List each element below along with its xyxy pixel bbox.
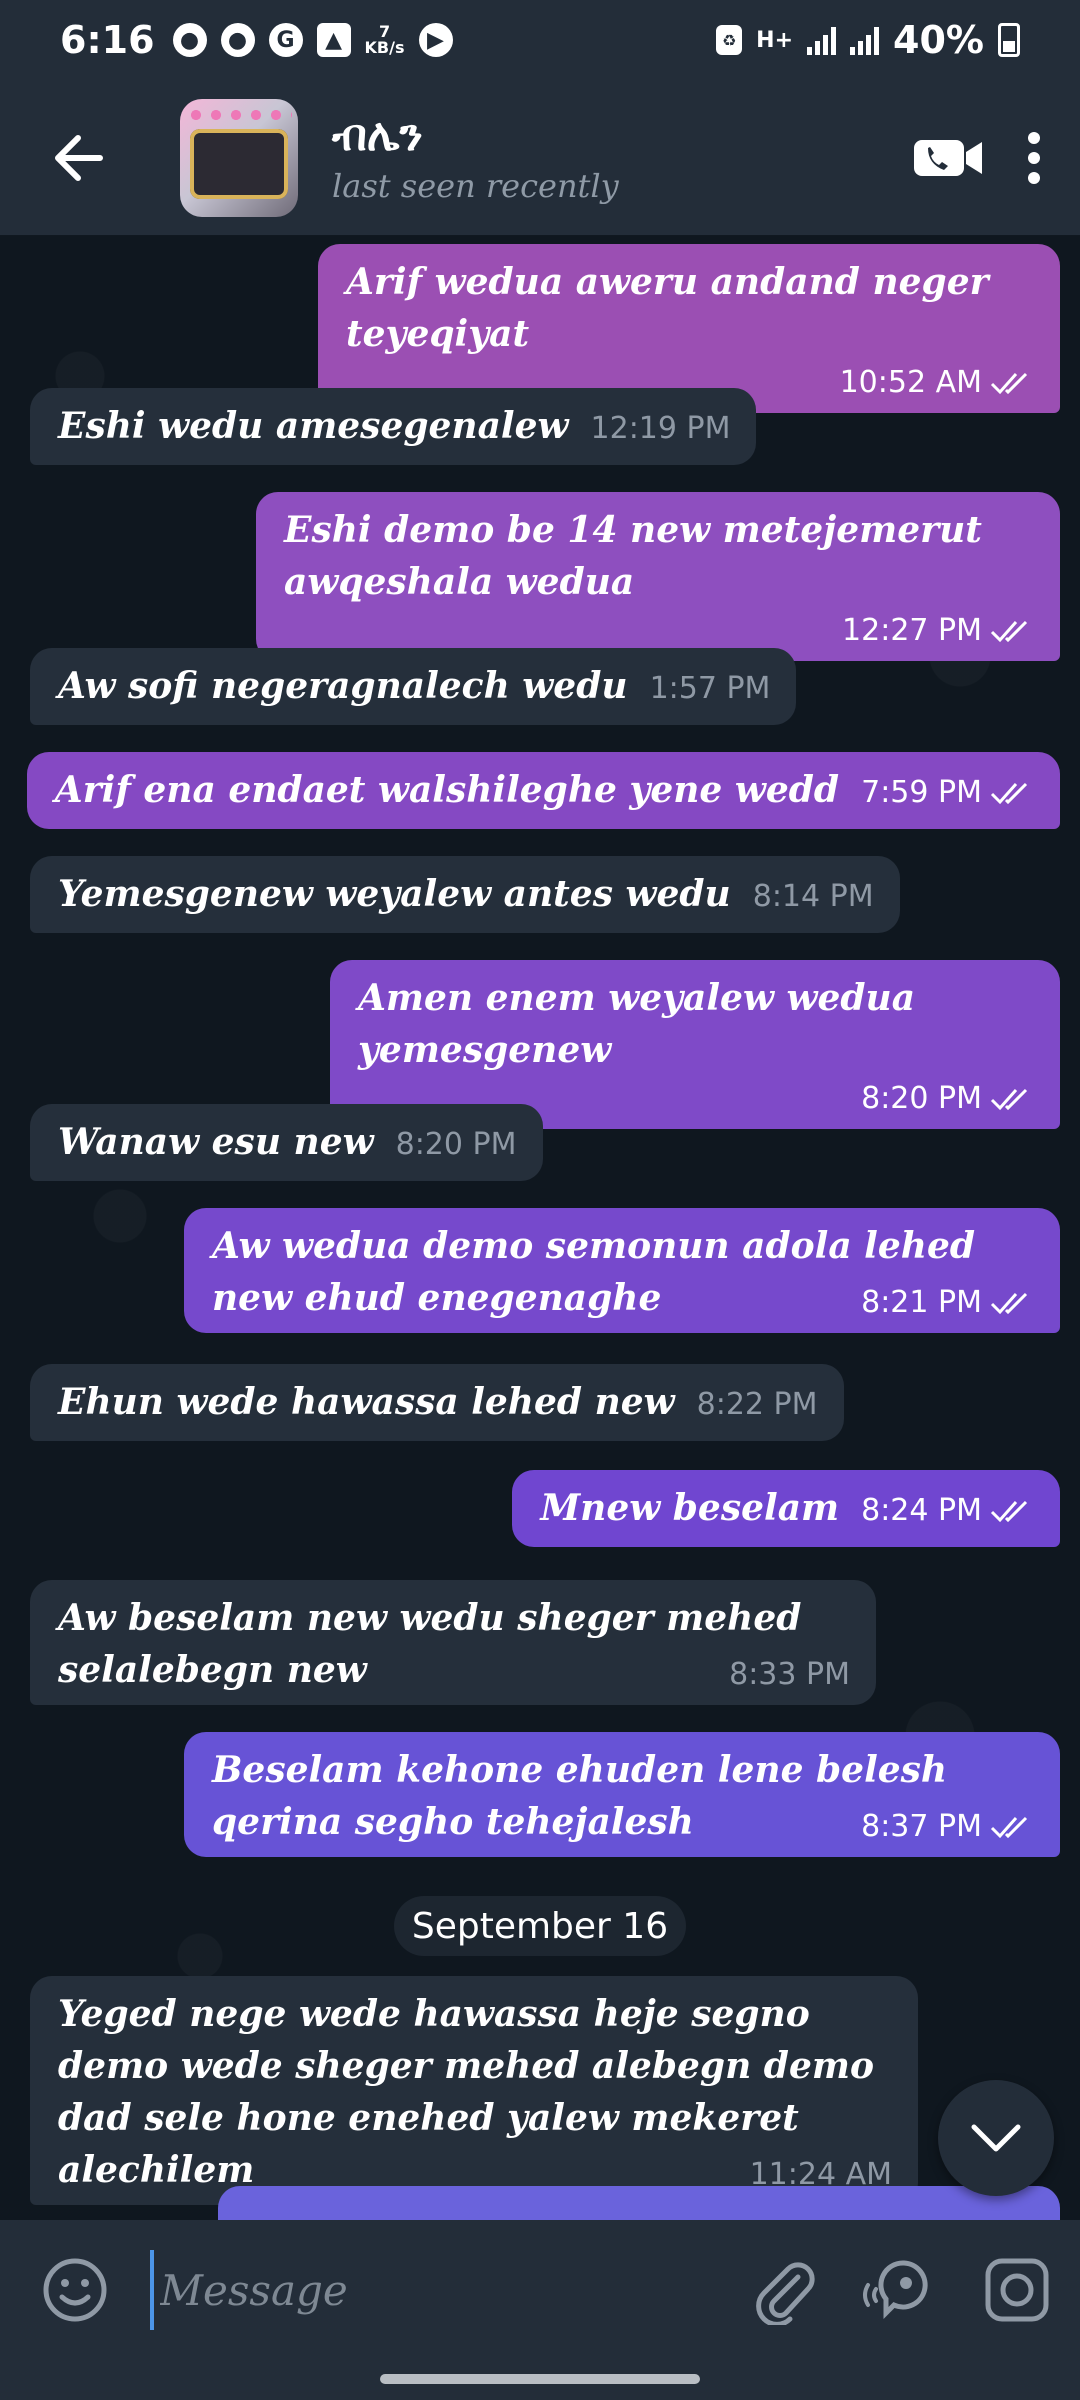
message-bubble-outgoing[interactable]: Beselam kehone ehuden lene belesh qerina… xyxy=(184,1732,1060,1857)
saver-icon: ♻ xyxy=(716,25,743,55)
message-bubble-outgoing[interactable]: Eshi demo be 14 new metejemerut awqeshal… xyxy=(256,492,1060,661)
signal-icon xyxy=(807,25,837,55)
network-type: H+ xyxy=(756,27,794,53)
message-text: Arif wedua aweru andand neger teyeqiyat xyxy=(346,261,989,355)
last-seen-status: last seen recently xyxy=(332,167,619,205)
message-text: Yemesgenew weyalew antes wedu xyxy=(58,873,731,915)
message-time: 8:37 PM xyxy=(861,1809,982,1844)
emoji-icon xyxy=(43,2258,107,2322)
status-bar: 6:16 ● ● G ▲ 7 KB/s ▶ ♻ H+ 40% xyxy=(0,0,1080,80)
avatar[interactable] xyxy=(180,98,298,217)
system-icons: ♻ H+ 40% xyxy=(716,18,1020,62)
double-check-icon xyxy=(990,620,1028,643)
video-call-button[interactable] xyxy=(912,136,984,180)
message-bubble-incoming[interactable]: Aw beselam new wedu sheger mehed selaleb… xyxy=(30,1580,876,1705)
back-arrow-icon xyxy=(55,134,103,181)
message-bubble-incoming[interactable]: Eshi wedu amesegenalew 12:19 PM xyxy=(30,388,757,465)
message-time: 8:20 PM xyxy=(861,1081,982,1116)
double-check-icon xyxy=(990,372,1028,395)
signal-icon-2 xyxy=(850,25,880,55)
message-input-bar xyxy=(0,2220,1080,2400)
emoji-button[interactable] xyxy=(30,2245,120,2335)
net-speed: 7 KB/s xyxy=(365,24,405,56)
message-bubble-incoming[interactable]: Yeged nege wede hawassa heje segno demo … xyxy=(30,1976,918,2205)
scroll-down-button[interactable] xyxy=(938,2080,1054,2196)
battery-icon xyxy=(998,23,1020,57)
double-check-icon xyxy=(990,1500,1028,1523)
message-meta: 8:21 PM xyxy=(861,1283,1034,1323)
attach-icon xyxy=(756,2262,815,2325)
message-list[interactable]: Arif wedua aweru andand neger teyeqiyat … xyxy=(0,236,1080,2220)
message-bubble-outgoing[interactable]: Mnew beselam 8:24 PM xyxy=(512,1470,1060,1547)
video-call-icon xyxy=(914,139,982,176)
camera-icon xyxy=(985,2258,1049,2322)
message-meta: 8:20 PM xyxy=(861,1079,1034,1119)
double-check-icon xyxy=(990,1292,1028,1315)
message-time: 12:27 PM xyxy=(842,613,982,648)
back-button[interactable] xyxy=(28,108,128,208)
message-time: 10:52 AM xyxy=(839,365,982,400)
message-text: Ehun wede hawassa lehed new xyxy=(58,1381,675,1423)
more-vert-icon xyxy=(1028,131,1040,184)
attach-button[interactable] xyxy=(752,2255,816,2325)
contact-info[interactable]: ብሌን last seen recently xyxy=(332,110,619,205)
gallery-icon: ▲ xyxy=(316,23,351,57)
message-time: 1:57 PM xyxy=(649,671,771,706)
home-indicator[interactable] xyxy=(380,2374,700,2384)
message-text: Amen enem weyalew wedua yemesgenew xyxy=(358,977,916,1071)
battery-percent: 40% xyxy=(893,18,984,62)
message-meta: 8:37 PM xyxy=(861,1807,1034,1847)
message-text: Eshi wedu amesegenalew xyxy=(58,405,569,447)
message-time: 7:59 PM xyxy=(861,775,982,810)
date-separator: September 16 xyxy=(394,1896,686,1956)
double-check-icon xyxy=(990,1816,1028,1839)
contact-name: ብሌን xyxy=(332,110,423,161)
message-time: 8:22 PM xyxy=(696,1387,818,1422)
message-time: 8:21 PM xyxy=(861,1285,982,1320)
message-bubble-incoming[interactable]: Ehun wede hawassa lehed new 8:22 PM xyxy=(30,1364,844,1441)
message-input[interactable] xyxy=(150,2250,683,2330)
message-meta: 12:27 PM xyxy=(842,611,1034,651)
input-actions xyxy=(752,2255,1050,2325)
double-check-icon xyxy=(990,1088,1028,1111)
voice-message-button[interactable] xyxy=(860,2255,940,2325)
message-bubble-incoming[interactable]: Yemesgenew weyalew antes wedu 8:14 PM xyxy=(30,856,900,933)
message-bubble-outgoing[interactable]: Aw wedua demo semonun adola lehed new eh… xyxy=(184,1208,1060,1333)
message-text: Wanaw esu new xyxy=(58,1121,374,1163)
message-text: Arif ena endaet walshileghe yene wedd xyxy=(54,769,840,811)
message-time: 8:24 PM xyxy=(861,1493,982,1528)
message-bubble-outgoing-partial[interactable] xyxy=(218,2186,1060,2220)
message-meta: 8:24 PM xyxy=(861,1485,1034,1537)
message-bubble-incoming[interactable]: Wanaw esu new 8:20 PM xyxy=(30,1104,543,1181)
google-icon: G xyxy=(268,23,303,57)
more-options-button[interactable] xyxy=(1024,131,1044,184)
header-actions xyxy=(912,131,1044,184)
message-time: 8:14 PM xyxy=(752,879,874,914)
net-speed-unit: KB/s xyxy=(364,38,405,57)
voice-message-icon xyxy=(863,2260,928,2320)
message-meta: 7:59 PM xyxy=(861,767,1034,819)
message-text: Eshi demo be 14 new metejemerut awqeshal… xyxy=(284,509,982,603)
message-text: Aw sofi negeragnalech wedu xyxy=(58,665,628,707)
chevron-down-icon xyxy=(971,2124,1021,2152)
double-check-icon xyxy=(990,782,1028,805)
message-time: 8:20 PM xyxy=(395,1127,517,1162)
notification-icons: ● ● G ▲ 7 KB/s ▶ xyxy=(172,23,453,57)
chat-header: ብሌን last seen recently xyxy=(0,80,1080,236)
play-icon: ▶ xyxy=(418,23,453,57)
message-bubble-outgoing[interactable]: Arif ena endaet walshileghe yene wedd 7:5… xyxy=(26,752,1060,829)
chat-notification-icon: ● xyxy=(172,23,207,57)
message-text: Mnew beselam xyxy=(540,1487,840,1529)
chat-notification-icon-2: ● xyxy=(220,23,255,57)
message-bubble-incoming[interactable]: Aw sofi negeragnalech wedu 1:57 PM xyxy=(30,648,797,725)
camera-button[interactable] xyxy=(984,2257,1050,2323)
message-time: 12:19 PM xyxy=(590,411,731,446)
message-time: 8:33 PM xyxy=(729,1657,850,1692)
message-meta: 10:52 AM xyxy=(840,363,1034,403)
status-time: 6:16 xyxy=(60,18,155,62)
